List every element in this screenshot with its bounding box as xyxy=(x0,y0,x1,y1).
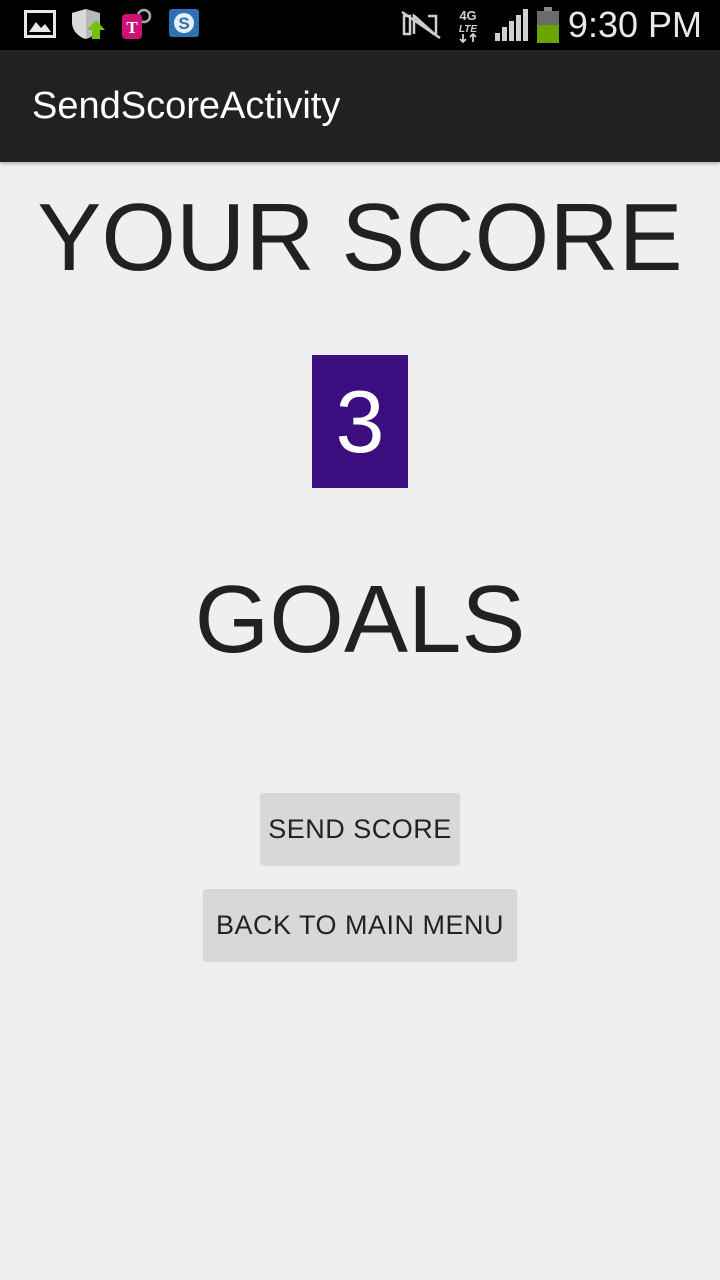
back-to-main-menu-button[interactable]: BACK TO MAIN MENU xyxy=(203,889,517,961)
goals-label: GOALS xyxy=(194,566,526,673)
shield-upload-icon xyxy=(72,9,105,39)
score-value: 3 xyxy=(312,355,408,488)
action-bar: SendScoreActivity xyxy=(0,50,720,162)
status-time: 9:30 PM xyxy=(567,4,702,45)
main-content: YOUR SCORE 3 GOALS SEND SCORE BACK TO MA… xyxy=(0,162,720,1280)
activity-title: SendScoreActivity xyxy=(32,85,341,127)
svg-text:T: T xyxy=(126,18,138,37)
tmobile-icon: T xyxy=(122,8,152,39)
signal-icon xyxy=(494,9,528,41)
battery-icon xyxy=(536,7,559,43)
svg-text:S: S xyxy=(178,14,189,33)
s-app-icon: S xyxy=(169,9,199,37)
svg-text:LTE: LTE xyxy=(459,24,477,35)
svg-text:4G: 4G xyxy=(459,8,476,23)
status-bar: T S 4G LTE 9:30 PM xyxy=(0,0,720,50)
4g-lte-icon: 4G LTE xyxy=(459,8,477,43)
gallery-icon xyxy=(24,10,56,38)
send-score-button[interactable]: SEND SCORE xyxy=(260,793,460,865)
nfc-off-icon xyxy=(401,10,441,40)
your-score-heading: YOUR SCORE xyxy=(37,184,683,291)
status-right: 4G LTE 9:30 PM xyxy=(400,0,720,50)
